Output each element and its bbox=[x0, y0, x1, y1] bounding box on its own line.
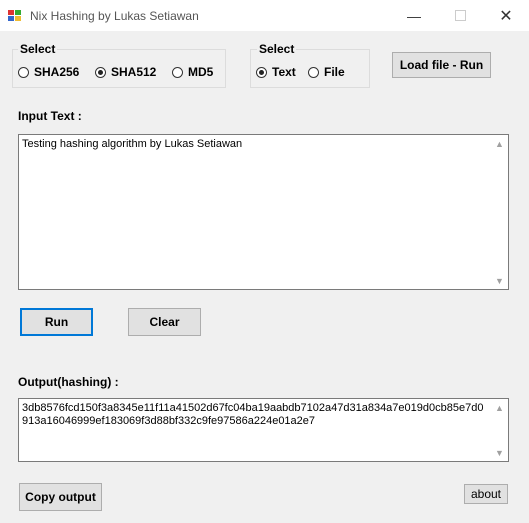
app-icon bbox=[8, 10, 21, 21]
radio-file-label: File bbox=[324, 65, 345, 79]
minimize-icon: — bbox=[407, 7, 421, 24]
radio-file[interactable]: File bbox=[308, 65, 345, 79]
radio-sha512[interactable]: SHA512 bbox=[95, 65, 156, 79]
radio-sha256-label: SHA256 bbox=[34, 65, 80, 79]
input-text-value: Testing hashing algorithm by Lukas Setia… bbox=[22, 138, 243, 150]
radio-circle bbox=[308, 66, 319, 78]
scroll-down-icon[interactable]: ▼ bbox=[491, 444, 508, 461]
minimize-button[interactable]: — bbox=[391, 0, 437, 31]
radio-circle bbox=[172, 66, 183, 78]
scroll-down-icon[interactable]: ▼ bbox=[491, 272, 508, 289]
input-text-label: Input Text : bbox=[18, 109, 82, 123]
output-label: Output(hashing) : bbox=[18, 375, 119, 389]
output-scrollbar[interactable]: ▲ ▼ bbox=[491, 399, 508, 461]
scroll-up-icon[interactable]: ▲ bbox=[491, 399, 508, 416]
radio-circle bbox=[18, 66, 29, 78]
title-bar: Nix Hashing by Lukas Setiawan — ✕ bbox=[0, 0, 529, 31]
radio-sha256[interactable]: SHA256 bbox=[18, 65, 79, 79]
window-title: Nix Hashing by Lukas Setiawan bbox=[30, 9, 199, 23]
maximize-button[interactable] bbox=[437, 0, 483, 31]
load-file-run-button[interactable]: Load file - Run bbox=[392, 52, 491, 78]
close-button[interactable]: ✕ bbox=[483, 0, 529, 31]
about-button[interactable]: about bbox=[464, 484, 508, 504]
scroll-up-icon[interactable]: ▲ bbox=[491, 135, 508, 152]
radio-sha512-label: SHA512 bbox=[111, 65, 157, 79]
radio-text-label: Text bbox=[272, 65, 296, 79]
input-scrollbar[interactable]: ▲ ▼ bbox=[491, 135, 508, 289]
output-text-value: 3db8576fcd150f3a8345e11f11a41502d67fc04b… bbox=[22, 402, 484, 427]
algorithm-group-label: Select bbox=[18, 42, 58, 56]
radio-md5[interactable]: MD5 bbox=[172, 65, 213, 79]
radio-circle-selected bbox=[256, 66, 267, 78]
radio-text[interactable]: Text bbox=[256, 65, 296, 79]
maximize-icon bbox=[454, 10, 466, 21]
close-icon: ✕ bbox=[499, 7, 513, 25]
copy-output-button[interactable]: Copy output bbox=[19, 483, 102, 511]
run-button[interactable]: Run bbox=[20, 308, 93, 336]
output-text-field[interactable]: 3db8576fcd150f3a8345e11f11a41502d67fc04b… bbox=[18, 398, 509, 462]
clear-button[interactable]: Clear bbox=[128, 308, 201, 336]
source-group-label: Select bbox=[257, 42, 297, 56]
radio-circle-selected bbox=[95, 66, 106, 78]
radio-md5-label: MD5 bbox=[188, 65, 214, 79]
input-text-field[interactable]: Testing hashing algorithm by Lukas Setia… bbox=[18, 134, 509, 290]
